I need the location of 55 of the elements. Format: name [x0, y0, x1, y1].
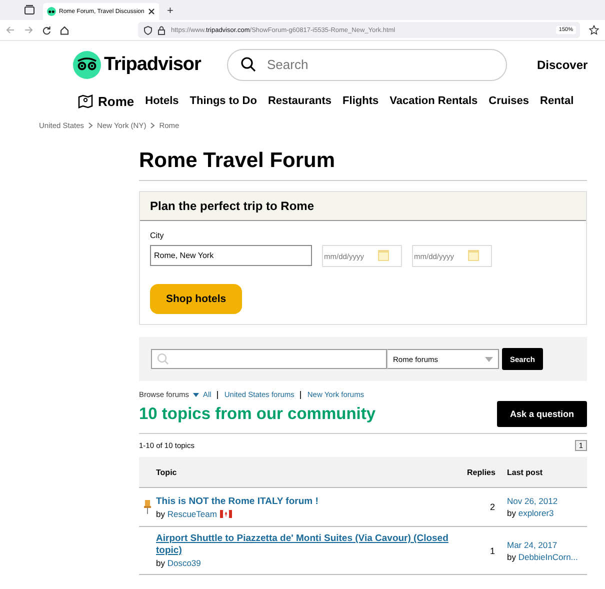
chevron-icon: [150, 122, 156, 129]
author-text: by Dosco39: [156, 558, 201, 568]
last-post-date[interactable]: Nov 26, 2012: [507, 496, 587, 506]
reply-count: 1: [488, 546, 496, 556]
close-icon[interactable]: [148, 8, 155, 15]
reply-count: 2: [488, 502, 496, 512]
city-field[interactable]: Rome, New York: [150, 245, 312, 266]
nav-link[interactable]: Vacation Rentals: [390, 95, 478, 107]
column-header: Replies: [467, 468, 496, 476]
search-icon: [157, 353, 169, 365]
nav-link[interactable]: Cruises: [488, 95, 530, 107]
column-header: Last post: [507, 468, 544, 476]
column-header: Topic: [156, 468, 178, 476]
forum-search-field[interactable]: [151, 349, 387, 369]
author-link[interactable]: Dosco39: [167, 558, 201, 568]
calendar-icon: [378, 250, 389, 261]
owl-icon: [47, 7, 56, 16]
nav-link[interactable]: Things to Do: [190, 95, 257, 107]
nav-link[interactable]: Rental: [540, 95, 574, 107]
search-field[interactable]: Search: [227, 48, 507, 80]
last-post-date[interactable]: Mar 24, 2017: [507, 540, 587, 550]
author-text: by RescueTeam: [156, 508, 217, 518]
nav-link[interactable]: Restaurants: [268, 95, 332, 107]
field-label: City: [150, 231, 164, 240]
shield-icon: [144, 26, 152, 34]
author-link[interactable]: DebbieInCorn...: [518, 552, 578, 562]
map-icon: [78, 94, 93, 108]
logo-text[interactable]: Tripadvisor: [104, 54, 201, 76]
last-post-author: by DebbieInCorn...: [507, 552, 579, 562]
nav-location[interactable]: Rome: [98, 94, 134, 108]
dropdown-arrow-icon: [485, 356, 493, 362]
ask-question-button[interactable]: Ask a question: [497, 401, 587, 427]
topic-link[interactable]: This is NOT the Rome ITALY forum !: [156, 496, 456, 508]
author-link[interactable]: explorer3: [518, 508, 554, 518]
lock-icon: [158, 26, 165, 34]
tab-list-icon[interactable]: [24, 5, 35, 15]
star-icon[interactable]: [589, 25, 599, 35]
last-post-author: by explorer3: [507, 508, 555, 518]
search-icon: [241, 56, 256, 72]
owl-logo-icon[interactable]: [73, 50, 101, 78]
chevron-icon: [88, 122, 94, 129]
dropdown-arrow-icon: [193, 392, 200, 396]
shop-hotels-button[interactable]: Shop hotels: [150, 284, 242, 314]
home-icon[interactable]: [60, 26, 69, 34]
calendar-icon: [468, 250, 479, 261]
author-link[interactable]: RescueTeam: [167, 508, 217, 518]
planner-heading: Plan the perfect trip to Rome: [150, 199, 314, 213]
new-tab-button[interactable]: +: [167, 5, 174, 17]
reload-icon[interactable]: [42, 26, 51, 34]
nav-link[interactable]: Flights: [342, 95, 379, 107]
topic-link[interactable]: Airport Shuttle to Piazzetta de' Monti Suites (Via Cavour) (Closed topic): [156, 533, 456, 557]
topics-heading: 10 topics from our community: [139, 404, 376, 424]
discover-link[interactable]: Discover: [537, 58, 588, 72]
nav-link[interactable]: Hotels: [145, 95, 179, 107]
page-title: Rome Travel Forum: [139, 149, 587, 181]
